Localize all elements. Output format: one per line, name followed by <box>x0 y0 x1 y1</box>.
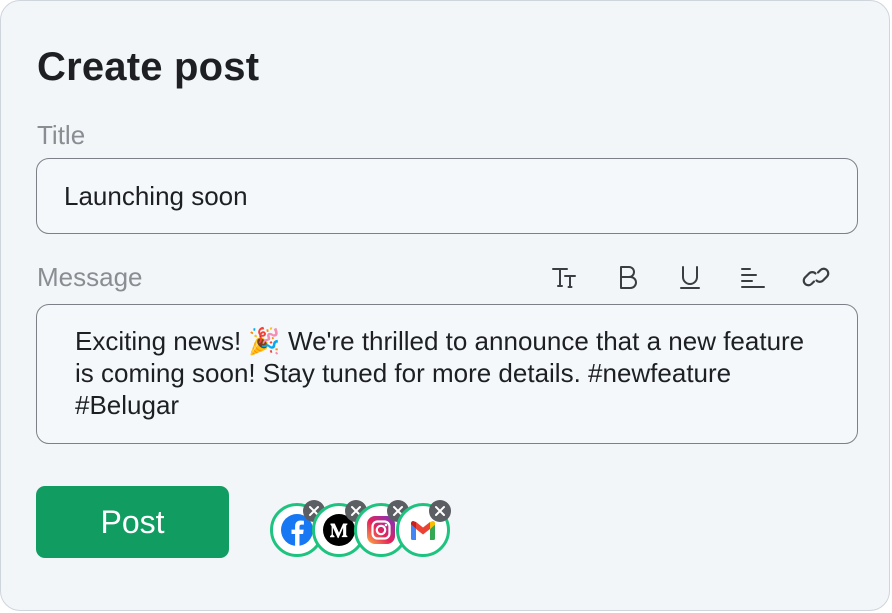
message-label: Message <box>37 262 143 292</box>
align-left-icon[interactable] <box>735 259 771 295</box>
title-input-value: Launching soon <box>64 180 248 211</box>
bold-icon[interactable] <box>609 259 645 295</box>
message-textarea[interactable]: Exciting news! 🎉 We're thrilled to annou… <box>36 304 858 444</box>
title-input[interactable]: Launching soon <box>36 158 858 234</box>
title-label: Title <box>37 120 86 150</box>
create-post-card: Create post Title Launching soon Message <box>0 0 890 611</box>
page-title: Create post <box>37 45 260 89</box>
link-icon[interactable] <box>798 259 834 295</box>
post-button[interactable]: Post <box>36 486 229 558</box>
channel-gmail[interactable] <box>396 500 451 557</box>
text-size-icon[interactable] <box>546 259 582 295</box>
underline-icon[interactable] <box>672 259 708 295</box>
close-icon <box>435 506 445 516</box>
message-text: Exciting news! 🎉 We're thrilled to annou… <box>75 326 805 420</box>
remove-gmail-button[interactable] <box>429 500 451 522</box>
selected-channels <box>269 495 469 565</box>
